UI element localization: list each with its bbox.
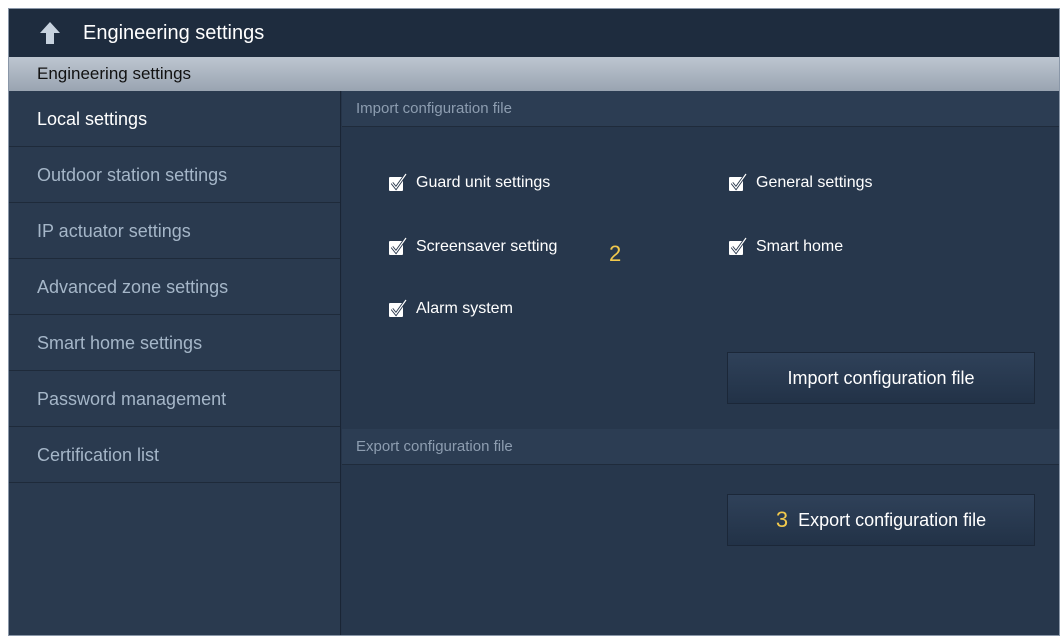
- checkbox-general-settings[interactable]: General settings: [728, 173, 873, 193]
- checkbox-screensaver-setting[interactable]: Screensaver setting: [388, 237, 557, 257]
- checkbox-checked-icon: [389, 237, 408, 255]
- main-content: Import configuration file Guard unit set…: [342, 91, 1059, 635]
- sidebar-item-certification-list[interactable]: Certification list: [9, 427, 340, 483]
- sidebar-item-password-management[interactable]: Password management: [9, 371, 340, 427]
- checkbox-label: General settings: [756, 174, 873, 191]
- annotation-number-2: 2: [609, 241, 622, 266]
- button-label: Export configuration file: [798, 509, 987, 530]
- checkbox-checked-icon: [729, 173, 748, 191]
- sidebar: Local settings Outdoor station settings …: [9, 91, 341, 635]
- import-group-header: Import configuration file: [342, 91, 1059, 127]
- app-window: Engineering settings Engineering setting…: [8, 8, 1060, 636]
- button-label: Import configuration file: [787, 367, 975, 388]
- sidebar-item-smart-home-settings[interactable]: Smart home settings: [9, 315, 340, 371]
- sidebar-item-advanced-zone-settings[interactable]: Advanced zone settings: [9, 259, 340, 315]
- back-arrow-icon[interactable]: [37, 20, 63, 46]
- annotation-number-3: 3: [775, 507, 789, 532]
- page-title: Engineering settings: [83, 21, 265, 44]
- section-header: Engineering settings: [9, 57, 1059, 91]
- checkbox-label: Guard unit settings: [416, 174, 551, 191]
- import-configuration-button[interactable]: Import configuration file: [727, 352, 1035, 404]
- title-bar: Engineering settings: [9, 9, 1059, 57]
- checkbox-checked-icon: [729, 237, 748, 255]
- checkbox-smart-home[interactable]: Smart home: [728, 237, 843, 257]
- sidebar-item-outdoor-station-settings[interactable]: Outdoor station settings: [9, 147, 340, 203]
- checkbox-checked-icon: [389, 173, 408, 191]
- checkbox-guard-unit-settings[interactable]: Guard unit settings: [388, 173, 550, 193]
- checkbox-label: Alarm system: [416, 300, 513, 317]
- checkbox-alarm-system[interactable]: Alarm system: [388, 299, 513, 319]
- sidebar-item-local-settings[interactable]: Local settings: [9, 91, 340, 147]
- sidebar-item-ip-actuator-settings[interactable]: IP actuator settings: [9, 203, 340, 259]
- export-group-header: Export configuration file: [342, 429, 1059, 465]
- checkbox-label: Screensaver setting: [416, 238, 558, 255]
- export-configuration-button[interactable]: 3 Export configuration file: [727, 494, 1035, 546]
- checkbox-checked-icon: [389, 299, 408, 317]
- checkbox-label: Smart home: [756, 238, 844, 255]
